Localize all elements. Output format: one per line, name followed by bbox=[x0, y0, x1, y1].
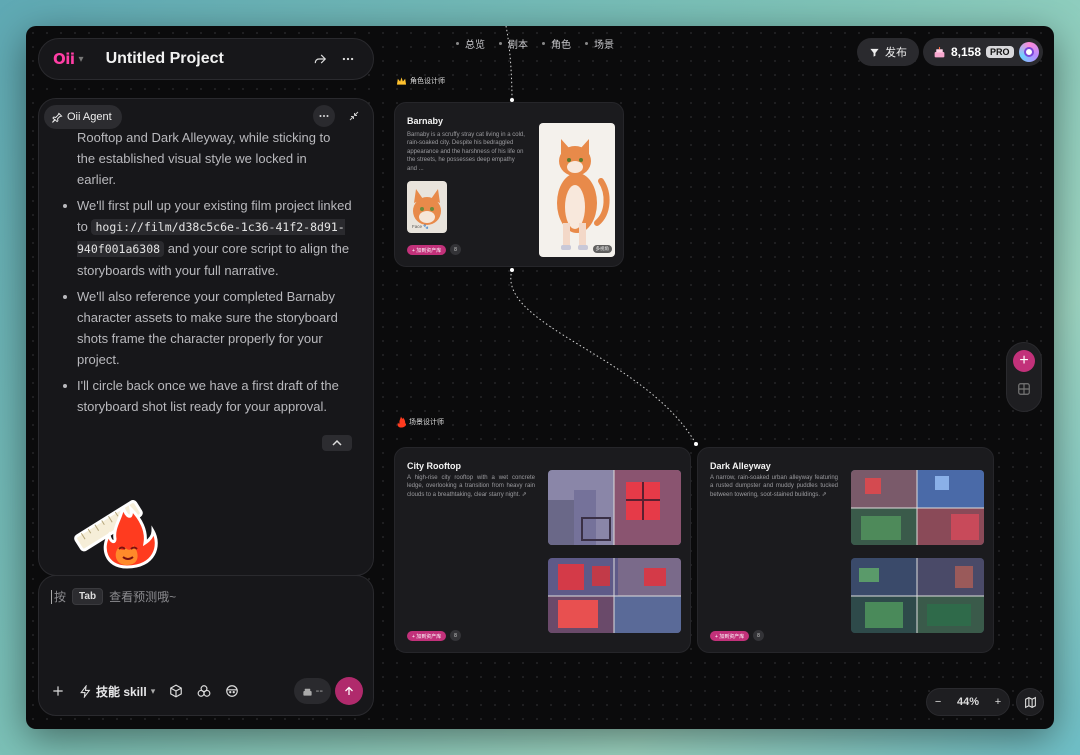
credits-cost-pill: -- bbox=[293, 678, 331, 704]
scene-image[interactable] bbox=[548, 558, 681, 633]
project-title[interactable]: Untitled Project bbox=[106, 50, 303, 68]
lightning-icon bbox=[80, 684, 91, 698]
character-node-barnaby[interactable]: Barnaby Barnaby is a scruffy stray cat l… bbox=[394, 102, 624, 267]
avatar[interactable] bbox=[1018, 42, 1039, 62]
zoom-out-button[interactable]: − bbox=[935, 696, 941, 708]
thumbnail-caption: Face 🐾 bbox=[412, 224, 429, 229]
cake-icon bbox=[934, 46, 945, 57]
agent-chip[interactable]: Oii Agent bbox=[44, 105, 122, 129]
pin-icon bbox=[52, 112, 63, 123]
more-options-button[interactable] bbox=[313, 105, 335, 127]
scene-image[interactable] bbox=[851, 558, 984, 633]
agent-chat-panel: Oii Agent Rooftop and Dark Alleyway, whi… bbox=[38, 98, 374, 576]
zoom-controls: − 44% + bbox=[926, 688, 1010, 716]
scene-node-dark-alleyway[interactable]: Dark Alleyway A narrow, rain-soaked urba… bbox=[697, 447, 994, 653]
text-caret bbox=[51, 589, 52, 604]
multi-view-badge[interactable]: 多视角 bbox=[592, 245, 612, 253]
canvas-tabs: 总览 剧本 角色 场景 bbox=[456, 36, 614, 51]
hint-suffix: 查看预测哦~ bbox=[109, 590, 177, 604]
layout-grid-icon[interactable] bbox=[1017, 382, 1031, 401]
character-fullbody-image[interactable]: 多视角 bbox=[539, 123, 615, 257]
node-description: A high-rise city rooftop with a wet conc… bbox=[407, 475, 535, 498]
credits-display[interactable]: 8,158 PRO bbox=[923, 38, 1043, 66]
zoom-in-button[interactable]: + bbox=[995, 696, 1001, 708]
input-hint[interactable]: 按 Tab 查看预测哦~ bbox=[51, 588, 176, 605]
agent-chip-label: Oii Agent bbox=[67, 111, 112, 123]
share-icon[interactable] bbox=[309, 48, 331, 70]
zoom-level: 44% bbox=[956, 696, 979, 708]
app-window: Oii ▾ Untitled Project Oii Agent Rooftop… bbox=[26, 26, 1054, 729]
scene-section-label: 场景设计师 bbox=[396, 416, 444, 428]
add-attachment-icon[interactable] bbox=[51, 684, 65, 698]
asset-count: 8 bbox=[450, 630, 461, 641]
tab-key-badge: Tab bbox=[72, 588, 104, 605]
filter-icon bbox=[870, 48, 879, 57]
node-title: Dark Alleyway bbox=[710, 461, 771, 471]
send-button[interactable] bbox=[335, 677, 363, 705]
cake-icon bbox=[303, 688, 312, 696]
minimap-button[interactable] bbox=[1016, 688, 1044, 716]
add-to-assets-button[interactable]: + 加到资产库 bbox=[710, 631, 750, 641]
canvas-side-toolbar: + bbox=[1006, 342, 1042, 412]
node-title: City Rooftop bbox=[407, 461, 461, 471]
scene-node-city-rooftop[interactable]: City Rooftop A high-rise city rooftop wi… bbox=[394, 447, 691, 653]
skill-label: 技能 skill bbox=[96, 684, 147, 699]
face-icon[interactable] bbox=[225, 684, 239, 698]
add-node-button[interactable]: + bbox=[1013, 350, 1035, 372]
node-description: A narrow, rain-soaked urban alleyway fea… bbox=[710, 475, 838, 498]
chevron-up-icon[interactable] bbox=[322, 435, 352, 451]
scene-image[interactable] bbox=[548, 470, 681, 545]
message-bullet: We'll first pull up your existing film p… bbox=[59, 195, 353, 281]
hint-prefix: 按 bbox=[54, 590, 67, 604]
credits-cost: -- bbox=[315, 685, 323, 697]
fire-mascot-icon bbox=[67, 479, 167, 574]
credits-count: 8,158 bbox=[951, 45, 982, 59]
project-bar: Oii ▾ Untitled Project bbox=[38, 38, 374, 80]
tab-overview[interactable]: 总览 bbox=[456, 36, 485, 51]
message-bullet: We'll also reference your completed Barn… bbox=[59, 286, 353, 370]
character-section-label: 角色设计师 bbox=[396, 76, 445, 86]
input-toolbar: 技能 skill ▾ -- bbox=[51, 677, 363, 705]
message-line: the established visual style we locked i… bbox=[77, 151, 307, 166]
circles-icon[interactable] bbox=[197, 684, 211, 698]
panel-actions bbox=[313, 105, 365, 127]
add-to-assets-button[interactable]: + 加到资产库 bbox=[407, 631, 447, 641]
cube-icon[interactable] bbox=[169, 684, 183, 698]
character-thumbnail[interactable]: Face 🐾 bbox=[407, 181, 447, 233]
chevron-down-icon[interactable]: ▾ bbox=[79, 54, 84, 65]
publish-button[interactable]: 发布 bbox=[857, 38, 919, 66]
crown-icon bbox=[396, 77, 407, 85]
scene-image[interactable] bbox=[851, 470, 984, 545]
tab-characters[interactable]: 角色 bbox=[542, 36, 571, 51]
tab-scenes[interactable]: 场景 bbox=[585, 36, 614, 51]
chat-input-panel[interactable]: 按 Tab 查看预测哦~ 技能 skill ▾ -- bbox=[38, 575, 374, 716]
message-bullets: We'll first pull up your existing film p… bbox=[59, 195, 353, 417]
skill-selector[interactable]: 技能 skill ▾ bbox=[79, 683, 155, 700]
message-line: Rooftop and Dark Alleyway, while stickin… bbox=[77, 130, 331, 145]
node-title: Barnaby bbox=[407, 116, 444, 126]
message-bullet: I'll circle back once we have a first dr… bbox=[59, 375, 353, 417]
collapse-panel-icon[interactable] bbox=[343, 105, 365, 127]
message-line: earlier. bbox=[77, 172, 117, 187]
more-icon[interactable] bbox=[337, 48, 359, 70]
node-description: Barnaby is a scruffy stray cat living in… bbox=[407, 132, 525, 172]
fire-icon bbox=[397, 416, 406, 428]
publish-label: 发布 bbox=[885, 47, 907, 59]
app-logo[interactable]: Oii bbox=[53, 50, 75, 68]
pro-badge: PRO bbox=[986, 46, 1014, 58]
map-icon bbox=[1024, 696, 1036, 708]
arrow-up-icon bbox=[345, 686, 353, 695]
add-to-assets-button[interactable]: + 加到资产库 bbox=[407, 245, 447, 255]
asset-count: 8 bbox=[753, 630, 764, 641]
tab-script[interactable]: 剧本 bbox=[499, 36, 528, 51]
chevron-down-icon: ▾ bbox=[150, 685, 156, 696]
asset-count: 8 bbox=[450, 244, 461, 255]
